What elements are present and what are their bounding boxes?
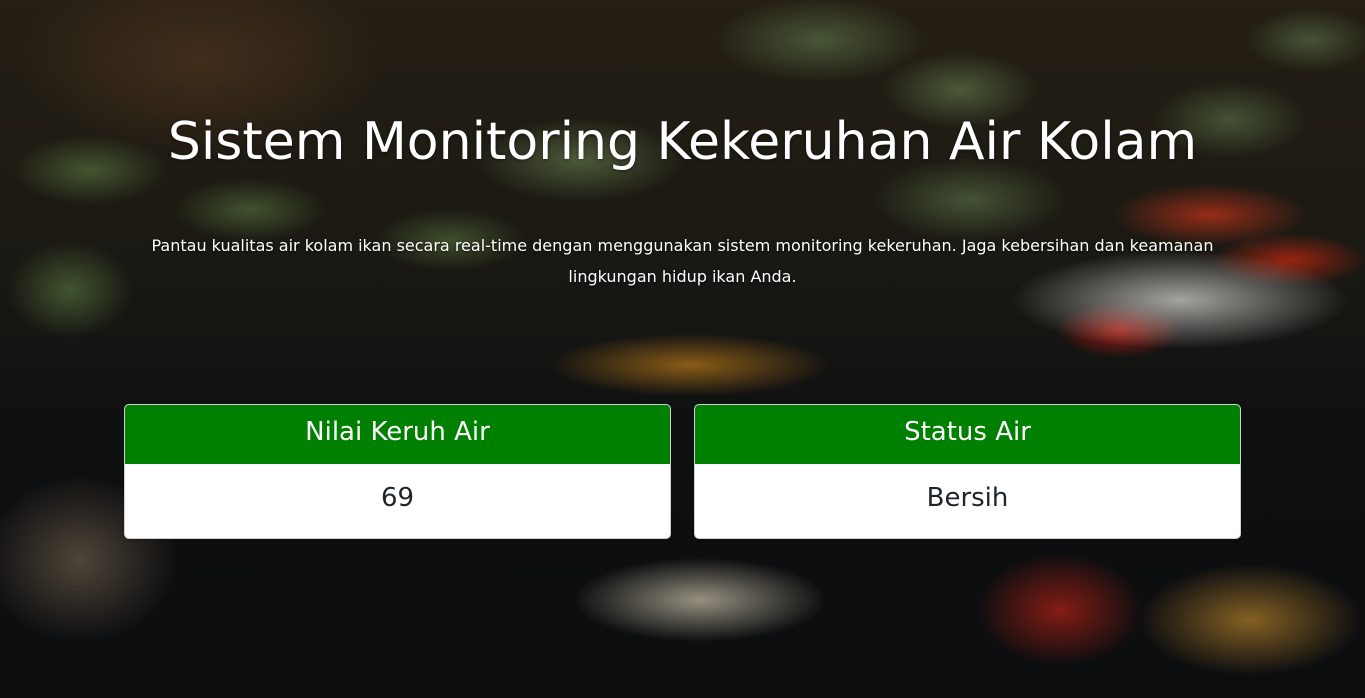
water-status-card: Status Air Bersih <box>694 404 1241 539</box>
turbidity-card: Nilai Keruh Air 69 <box>124 404 671 539</box>
main-content: Sistem Monitoring Kekeruhan Air Kolam Pa… <box>0 0 1365 698</box>
turbidity-card-header: Nilai Keruh Air <box>125 405 670 464</box>
page-description: Pantau kualitas air kolam ikan secara re… <box>151 236 1214 286</box>
water-status-card-header: Status Air <box>695 405 1240 464</box>
turbidity-value: 69 <box>380 483 415 513</box>
water-status-value: Bersih <box>926 483 1009 513</box>
page-title: Sistem Monitoring Kekeruhan Air Kolam <box>167 112 1198 172</box>
